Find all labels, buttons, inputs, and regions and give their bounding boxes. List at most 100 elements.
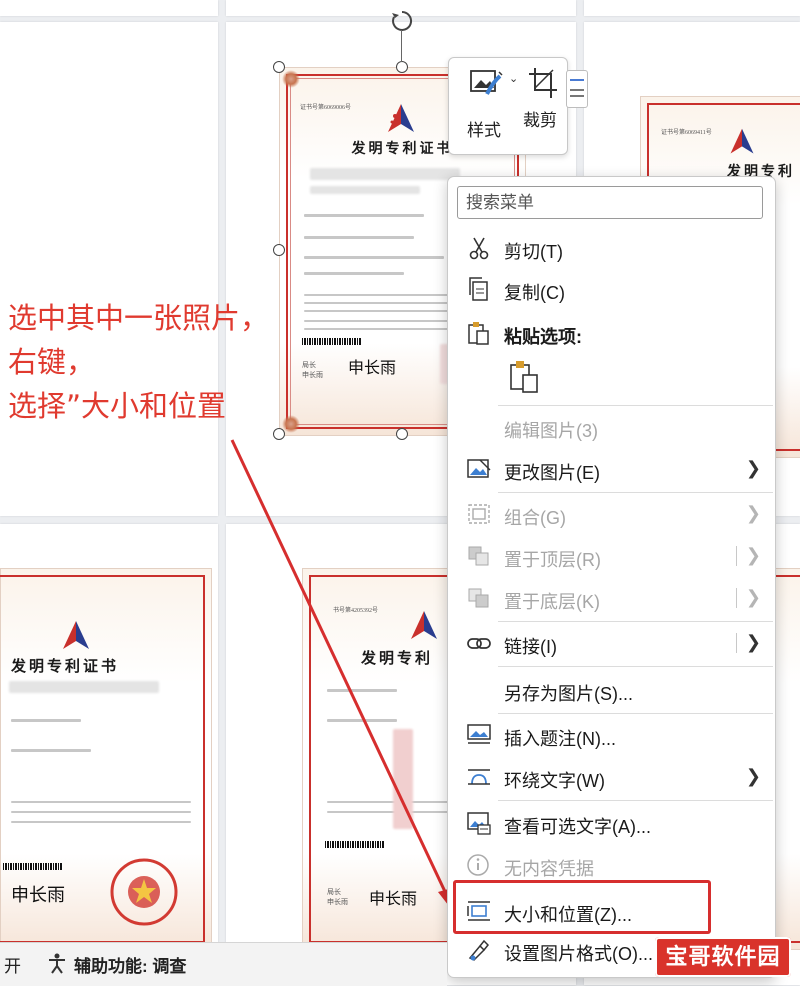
accessibility-status[interactable]: 辅助功能: 调查: [74, 952, 186, 977]
menu-item-label: 另存为图片(S)...: [504, 684, 633, 704]
official-seal-icon: [110, 858, 178, 926]
format-picture-icon: [468, 939, 490, 961]
menu-item-cut[interactable]: 剪切(T): [448, 229, 773, 267]
highlight-box: [453, 880, 711, 934]
watermark-logo: 宝哥软件园: [655, 937, 791, 977]
annotation-line-3: 选择”大小和位置: [8, 389, 227, 423]
menu-item-label: 设置图片格式(O)...: [504, 944, 653, 964]
menu-item-save-as-picture[interactable]: 另存为图片(S)...: [448, 671, 773, 709]
menu-item-group[interactable]: 组合(G) ❯: [448, 495, 773, 533]
split-divider: [736, 588, 737, 608]
scissors-icon: [469, 237, 489, 260]
chevron-right-icon: ❯: [745, 458, 761, 478]
menu-item-edit-picture[interactable]: 编辑图片(3): [448, 408, 773, 446]
rotate-handle-icon[interactable]: [389, 8, 415, 34]
wrap-text-icon: [468, 769, 490, 785]
resize-handle[interactable]: [273, 428, 285, 440]
info-icon: [467, 854, 489, 876]
chevron-right-icon: ❯: [745, 545, 761, 565]
page-top-right: [584, 0, 800, 16]
menu-item-label: 查看可选文字(A)...: [504, 817, 651, 837]
resize-handle[interactable]: [273, 244, 285, 256]
certificate-image[interactable]: 发明专利证书 申长雨: [0, 568, 212, 950]
menu-item-send-to-back[interactable]: 置于底层(K) ❯: [448, 579, 773, 617]
menu-item-label: 组合(G): [504, 508, 566, 528]
annotation-line-1: 选中其中一张照片，: [8, 301, 270, 335]
certificate-number: 证书号第6069006号: [300, 105, 352, 111]
menu-separator: [498, 492, 773, 493]
annotation-text: 选中其中一张照片， 右键， 选择”大小和位置: [8, 296, 269, 428]
menu-item-copy[interactable]: 复制(C): [448, 270, 773, 308]
status-left-text: 开: [4, 957, 21, 976]
chevron-right-icon: ❯: [745, 587, 761, 607]
menu-item-label: 环绕文字(W): [504, 771, 605, 791]
text-line: [304, 236, 414, 239]
send-back-icon: [468, 588, 489, 608]
picture-style-icon[interactable]: [469, 68, 505, 98]
rotate-connector: [401, 30, 402, 62]
text-line: [11, 821, 191, 823]
chevron-right-icon: ❯: [745, 503, 761, 523]
menu-item-label: 置于顶层(R): [504, 550, 601, 570]
resize-handle[interactable]: [396, 61, 408, 73]
text-line: [304, 214, 424, 217]
change-picture-icon: [467, 459, 491, 478]
menu-search-input[interactable]: [458, 187, 762, 218]
accessibility-icon[interactable]: [46, 952, 68, 974]
style-button-label[interactable]: 样式: [467, 116, 501, 141]
menu-separator: [498, 666, 773, 667]
menu-item-wrap-text[interactable]: 环绕文字(W) ❯: [448, 758, 773, 796]
menu-item-bring-to-front[interactable]: 置于顶层(R) ❯: [448, 537, 773, 575]
menu-item-insert-caption[interactable]: 插入题注(N)...: [448, 716, 773, 754]
director-label: 局长: [327, 888, 341, 896]
split-divider: [736, 546, 737, 566]
director-name: 申长雨: [327, 898, 348, 906]
director-name: 申长雨: [302, 371, 323, 379]
text-line: [327, 719, 397, 722]
menu-separator: [498, 621, 773, 622]
alt-text-icon: [467, 812, 491, 835]
certificate-title: 发明专利: [361, 651, 434, 667]
menu-item-no-content-credentials[interactable]: 无内容凭据: [448, 846, 773, 884]
crop-icon[interactable]: [527, 66, 559, 100]
link-icon: [467, 638, 491, 649]
director-label: 局长: [302, 361, 316, 369]
menu-item-label: 更改图片(E): [504, 463, 600, 483]
certificate-title: 发明专利证书: [11, 659, 120, 675]
menu-item-view-alt-text[interactable]: 查看可选文字(A)...: [448, 804, 773, 842]
patent-logo-icon: [63, 621, 89, 649]
text-line: [11, 801, 191, 803]
certificate-number: 证书号第6069411号: [661, 130, 712, 136]
mini-toolbar: ⌄ 样式 裁剪: [448, 57, 568, 155]
paste-icon: [468, 322, 489, 345]
menu-item-label: 插入题注(N)...: [504, 729, 616, 749]
page-top-left: [0, 0, 218, 16]
chevron-down-icon[interactable]: ⌄: [509, 72, 518, 85]
context-menu: 剪切(T) 复制(C) 粘贴选项: 编辑图片(3) 更改图片(: [447, 176, 776, 978]
layout-options-icon[interactable]: [566, 70, 588, 108]
resize-handle[interactable]: [273, 61, 285, 73]
menu-separator: [498, 405, 773, 406]
patent-logo-icon: [388, 104, 414, 132]
insert-caption-icon: [467, 724, 491, 744]
redacted-text: [310, 168, 460, 180]
ornament-icon: [282, 415, 300, 433]
split-divider: [736, 633, 737, 653]
patent-logo-icon: [730, 128, 754, 154]
signature: 申长雨: [369, 889, 418, 908]
crop-button-label[interactable]: 裁剪: [523, 106, 557, 131]
resize-handle[interactable]: [396, 428, 408, 440]
menu-item-link[interactable]: 链接(I) ❯: [448, 624, 773, 662]
menu-item-change-picture[interactable]: 更改图片(E) ❯: [448, 450, 773, 488]
menu-item-label: 无内容凭据: [504, 859, 594, 879]
group-icon: [468, 504, 490, 524]
menu-separator: [498, 713, 773, 714]
chevron-right-icon: ❯: [745, 766, 761, 786]
text-line: [11, 811, 191, 813]
menu-item-label: 置于底层(K): [504, 592, 600, 612]
text-line: [11, 719, 81, 722]
text-line: [304, 272, 404, 275]
paste-picture-icon[interactable]: [508, 359, 540, 395]
menu-search-box[interactable]: [457, 186, 763, 219]
menu-separator: [498, 800, 773, 801]
